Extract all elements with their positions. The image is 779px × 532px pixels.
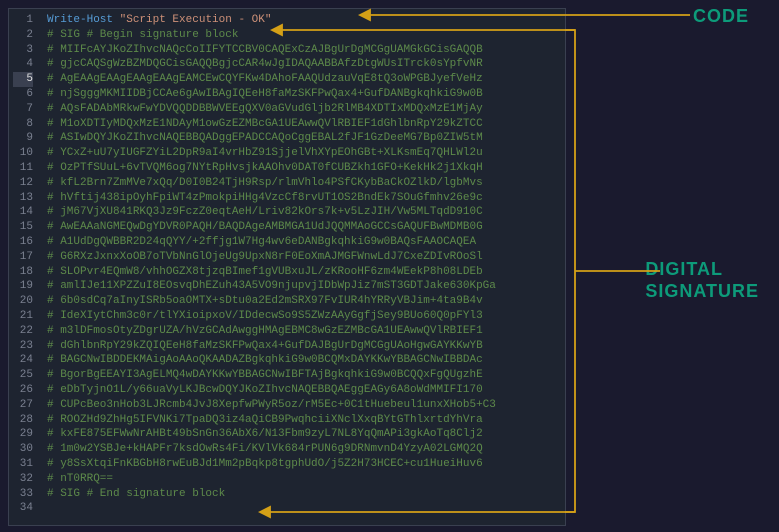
line-number: 28: [13, 413, 33, 428]
code-line: # kxFE875EFWwNrAHBt49bSnGn36AbX6/N13Fbm9…: [47, 427, 496, 442]
line-number: 24: [13, 353, 33, 368]
code-line: # kfL2Brn7ZmMVe7xQq/D0I0B24TjH9Rsp/rlmVh…: [47, 176, 496, 191]
code-line: # BgorBgEEAYI3AgELMQ4wDAYKKwYBBAGCNwIBFT…: [47, 368, 496, 383]
line-number: 32: [13, 472, 33, 487]
code-line: # MIIFcAYJKoZIhvcNAQcCoIIFYTCCBV0CAQExCz…: [47, 43, 496, 58]
line-number: 23: [13, 339, 33, 354]
code-line: # dGhlbnRpY29kZQIQEeH8faMzSKFPwQax4+GufD…: [47, 339, 496, 354]
line-number: 4: [13, 57, 33, 72]
code-line: # m3lDFmosOtyZDgrUZA/hVzGCAdAwggHMAgEBMC…: [47, 324, 496, 339]
code-line: # 6b0sdCq7aInyISRb5oaOMTX+sDtu0a2Ed2mSRX…: [47, 294, 496, 309]
code-line: # CUPcBeo3nHob3LJRcmb4JvJ8XepfwPWyR5oz/r…: [47, 398, 496, 413]
code-line: # njSgggMKMIIDBjCCAe6gAwIBAgIQEeH8faMzSK…: [47, 87, 496, 102]
line-number: 10: [13, 146, 33, 161]
line-number: 22: [13, 324, 33, 339]
line-number: 11: [13, 161, 33, 176]
code-line: # M1oXDTIyMDQxMzE1NDAyM1owGzEZMBcGA1UEAw…: [47, 117, 496, 132]
code-line: # jM67VjXU841RKQ3Jz9FczZ0eqtAeH/Lriv82kO…: [47, 205, 496, 220]
line-number: 29: [13, 427, 33, 442]
line-number: 30: [13, 442, 33, 457]
code-line: # SIG # Begin signature block: [47, 28, 496, 43]
code-line: [47, 501, 496, 516]
line-number: 3: [13, 43, 33, 58]
code-line: # nT0RRQ==: [47, 472, 496, 487]
code-line: # SIG # End signature block: [47, 487, 496, 502]
code-line: # ASIwDQYJKoZIhvcNAQEBBQADggEPADCCAQoCgg…: [47, 131, 496, 146]
line-number: 25: [13, 368, 33, 383]
code-line: # AQsFADAbMRkwFwYDVQQDDBBWVEEgQXV0aGVudG…: [47, 102, 496, 117]
label-code: CODE: [693, 6, 749, 27]
line-number: 15: [13, 220, 33, 235]
line-number: 21: [13, 309, 33, 324]
code-line: # BAGCNwIBDDEKMAigAoAAoQKAADAZBgkqhkiG9w…: [47, 353, 496, 368]
code-line: # AwEAAaNGMEQwDgYDVR0PAQH/BAQDAgeAMBMGA1…: [47, 220, 496, 235]
code-line: Write-Host "Script Execution - OK": [47, 13, 496, 28]
code-line: # OzPTfSUuL+6vTVQM6og7NYtRpHvsjkAAOhv0DA…: [47, 161, 496, 176]
line-number: 33: [13, 487, 33, 502]
line-number: 26: [13, 383, 33, 398]
code-line: # G6RXzJxnxXoOB7oTVbNnGlOjeUg9UpxN8rF0Eo…: [47, 250, 496, 265]
code-line: # IdeXIytChm3c0r/tlYXioipxoV/IDdecwSo9S5…: [47, 309, 496, 324]
line-number: 6: [13, 87, 33, 102]
line-number: 8: [13, 117, 33, 132]
label-digital-signature: DIGITALSIGNATURE: [645, 258, 759, 302]
line-number: 7: [13, 102, 33, 117]
code-line: # SLOPvr4EQmW8/vhhOGZX8tjzqBImef1gVUBxuJ…: [47, 265, 496, 280]
code-line: # y8SsXtqiFnKBGbH8rwEuBJd1Mm2pBqkp8tgphU…: [47, 457, 496, 472]
line-number: 12: [13, 176, 33, 191]
code-line: # amlIJe11XPZZuI8EOsvqDhEZuh43A5VO9njupv…: [47, 279, 496, 294]
line-number: 31: [13, 457, 33, 472]
code-editor: 1234567891011121314151617181920212223242…: [8, 8, 566, 526]
line-number: 34: [13, 501, 33, 516]
line-number: 5: [13, 72, 33, 87]
line-number: 17: [13, 250, 33, 265]
code-line: # eDbTyjnO1L/y66uaVyLKJBcwDQYJKoZIhvcNAQ…: [47, 383, 496, 398]
line-number: 2: [13, 28, 33, 43]
code-line: # 1m0w2YSBJe+kHAPFr7ksdOwRs4Fi/KVlVk684r…: [47, 442, 496, 457]
line-number: 19: [13, 279, 33, 294]
code-line: # hVftij438ipOyhFpiWT4zPmokpiHHg4VzcCf8r…: [47, 191, 496, 206]
line-number: 20: [13, 294, 33, 309]
line-number: 14: [13, 205, 33, 220]
code-line: # YCxZ+uU7yIUGFZYiL2DpR9aI4vrHbZ91SjjelV…: [47, 146, 496, 161]
code-line: # ROOZHd9ZhHg5IFVNKi7TpaDQ3iz4aQiCB9Pwqh…: [47, 413, 496, 428]
line-number-gutter: 1234567891011121314151617181920212223242…: [9, 9, 41, 525]
line-number: 13: [13, 191, 33, 206]
line-number: 16: [13, 235, 33, 250]
line-number: 9: [13, 131, 33, 146]
code-line: # gjcCAQSgWzBZMDQGCisGAQQBgjcCAR4wJgIDAQ…: [47, 57, 496, 72]
line-number: 18: [13, 265, 33, 280]
code-area: Write-Host "Script Execution - OK"# SIG …: [41, 9, 502, 525]
code-line: # AgEAAgEAAgEAAgEAAgEAMCEwCQYFKw4DAhoFAA…: [47, 72, 496, 87]
code-line: # A1UdDgQWBBR2D24qQYY/+2ffjg1W7Hg4wv6eDA…: [47, 235, 496, 250]
line-number: 27: [13, 398, 33, 413]
line-number: 1: [13, 13, 33, 28]
